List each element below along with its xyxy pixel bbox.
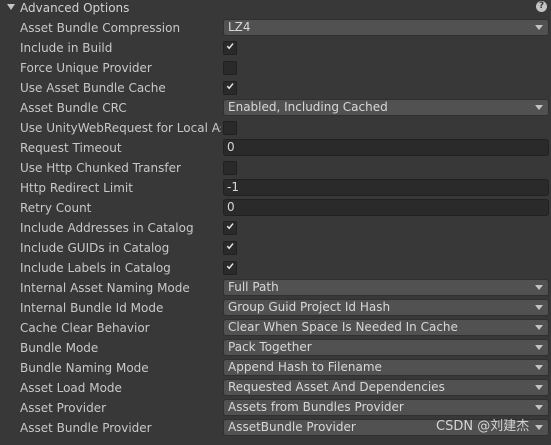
setting-label: Http Redirect Limit	[20, 181, 133, 195]
bundle-naming-mode-dropdown[interactable]: Append Hash to Filename	[223, 359, 549, 376]
dropdown-value: LZ4	[228, 20, 251, 34]
http-redirect-limit-field[interactable]: -1	[223, 179, 549, 196]
field-value: 0	[227, 140, 235, 154]
setting-label: Include Addresses in Catalog	[20, 221, 194, 235]
watermark: CSDN @刘建杰	[436, 419, 530, 434]
setting-row-use-http-chunked-transfer: Use Http Chunked Transfer	[0, 158, 551, 178]
setting-row-retry-count: Retry Count 0	[0, 198, 551, 218]
setting-row-asset-bundle-compression: Asset Bundle Compression LZ4	[0, 18, 551, 38]
chevron-down-icon	[535, 285, 543, 290]
setting-label: Include in Build	[20, 41, 113, 55]
setting-label: Bundle Mode	[20, 341, 99, 355]
dropdown-value: Pack Together	[228, 340, 312, 354]
field-value: 0	[227, 200, 235, 214]
field-value: -1	[227, 180, 239, 194]
setting-row-internal-bundle-id-mode: Internal Bundle Id Mode Group Guid Projec…	[0, 298, 551, 318]
help-icon[interactable]: ?	[536, 1, 547, 12]
bundle-mode-dropdown[interactable]: Pack Together	[223, 339, 549, 356]
dropdown-value: Append Hash to Filename	[228, 360, 382, 374]
dropdown-value: Clear When Space Is Needed In Cache	[228, 320, 458, 334]
foldout-arrow-icon[interactable]	[7, 4, 15, 10]
dropdown-value: Requested Asset And Dependencies	[228, 380, 445, 394]
internal-asset-naming-mode-dropdown[interactable]: Full Path	[223, 279, 549, 296]
setting-label: Asset Bundle Provider	[20, 421, 152, 435]
chevron-down-icon	[535, 365, 543, 370]
setting-row-include-labels-in-catalog: Include Labels in Catalog	[0, 258, 551, 278]
force-unique-provider-checkbox[interactable]	[223, 61, 237, 75]
setting-row-use-unitywebrequest-for-local-ass: Use UnityWebRequest for Local Ass	[0, 118, 551, 138]
setting-label: Include GUIDs in Catalog	[20, 241, 170, 255]
setting-row-bundle-mode: Bundle Mode Pack Together	[0, 338, 551, 358]
setting-row-http-redirect-limit: Http Redirect Limit -1	[0, 178, 551, 198]
setting-label: Asset Load Mode	[20, 381, 122, 395]
dropdown-value: Enabled, Including Cached	[228, 100, 388, 114]
chevron-down-icon	[535, 385, 543, 390]
include-addresses-in-catalog-checkbox[interactable]	[223, 221, 237, 235]
setting-label: Use Http Chunked Transfer	[20, 161, 181, 175]
setting-row-include-addresses-in-catalog: Include Addresses in Catalog	[0, 218, 551, 238]
setting-row-use-asset-bundle-cache: Use Asset Bundle Cache	[0, 78, 551, 98]
setting-row-asset-load-mode: Asset Load Mode Requested Asset And Depen…	[0, 378, 551, 398]
setting-label: Request Timeout	[20, 141, 122, 155]
checkmark-icon	[226, 243, 234, 250]
asset-bundle-compression-dropdown[interactable]: LZ4	[223, 19, 549, 36]
setting-row-force-unique-provider: Force Unique Provider	[0, 58, 551, 78]
use-asset-bundle-cache-checkbox[interactable]	[223, 81, 237, 95]
include-guids-in-catalog-checkbox[interactable]	[223, 241, 237, 255]
chevron-down-icon	[535, 105, 543, 110]
setting-label: Cache Clear Behavior	[20, 321, 150, 335]
setting-row-include-guids-in-catalog: Include GUIDs in Catalog	[0, 238, 551, 258]
dropdown-value: Full Path	[228, 280, 279, 294]
setting-row-internal-asset-naming-mode: Internal Asset Naming Mode Full Path	[0, 278, 551, 298]
setting-label: Asset Bundle CRC	[20, 101, 127, 115]
setting-label: Include Labels in Catalog	[20, 261, 171, 275]
setting-label: Internal Bundle Id Mode	[20, 301, 164, 315]
setting-label: Bundle Naming Mode	[20, 361, 149, 375]
setting-label: Force Unique Provider	[20, 61, 152, 75]
use-unitywebrequest-for-local-ass-checkbox[interactable]	[223, 121, 237, 135]
chevron-down-icon	[535, 25, 543, 30]
asset-bundle-crc-dropdown[interactable]: Enabled, Including Cached	[223, 99, 549, 116]
setting-label: Retry Count	[20, 201, 92, 215]
advanced-options-foldout[interactable]: Advanced Options ?	[0, 0, 551, 16]
setting-row-request-timeout: Request Timeout 0	[0, 138, 551, 158]
setting-row-asset-provider: Asset Provider Assets from Bundles Provid…	[0, 398, 551, 418]
chevron-down-icon	[535, 305, 543, 310]
section-title: Advanced Options	[20, 1, 130, 15]
internal-bundle-id-mode-dropdown[interactable]: Group Guid Project Id Hash	[223, 299, 549, 316]
checkmark-icon	[226, 223, 234, 230]
include-labels-in-catalog-checkbox[interactable]	[223, 261, 237, 275]
chevron-down-icon	[535, 405, 543, 410]
dropdown-value: Group Guid Project Id Hash	[228, 300, 391, 314]
retry-count-field[interactable]: 0	[223, 199, 549, 216]
asset-provider-dropdown[interactable]: Assets from Bundles Provider	[223, 399, 549, 416]
setting-row-bundle-naming-mode: Bundle Naming Mode Append Hash to Filenam…	[0, 358, 551, 378]
include-in-build-checkbox[interactable]	[223, 41, 237, 55]
checkmark-icon	[226, 83, 234, 90]
setting-row-cache-clear-behavior: Cache Clear Behavior Clear When Space Is …	[0, 318, 551, 338]
chevron-down-icon	[535, 425, 543, 430]
dropdown-value: AssetBundle Provider	[228, 420, 356, 434]
setting-row-asset-bundle-crc: Asset Bundle CRC Enabled, Including Cache…	[0, 98, 551, 118]
cache-clear-behavior-dropdown[interactable]: Clear When Space Is Needed In Cache	[223, 319, 549, 336]
setting-label: Use UnityWebRequest for Local Ass	[20, 121, 221, 135]
checkmark-icon	[226, 263, 234, 270]
dropdown-value: Assets from Bundles Provider	[228, 400, 404, 414]
checkmark-icon	[226, 43, 234, 50]
setting-label: Use Asset Bundle Cache	[20, 81, 166, 95]
request-timeout-field[interactable]: 0	[223, 139, 549, 156]
setting-label: Asset Bundle Compression	[20, 21, 181, 35]
asset-load-mode-dropdown[interactable]: Requested Asset And Dependencies	[223, 379, 549, 396]
use-http-chunked-transfer-checkbox[interactable]	[223, 161, 237, 175]
setting-label: Asset Provider	[20, 401, 107, 415]
setting-label: Internal Asset Naming Mode	[20, 281, 190, 295]
chevron-down-icon	[535, 325, 543, 330]
chevron-down-icon	[535, 345, 543, 350]
setting-row-include-in-build: Include in Build	[0, 38, 551, 58]
